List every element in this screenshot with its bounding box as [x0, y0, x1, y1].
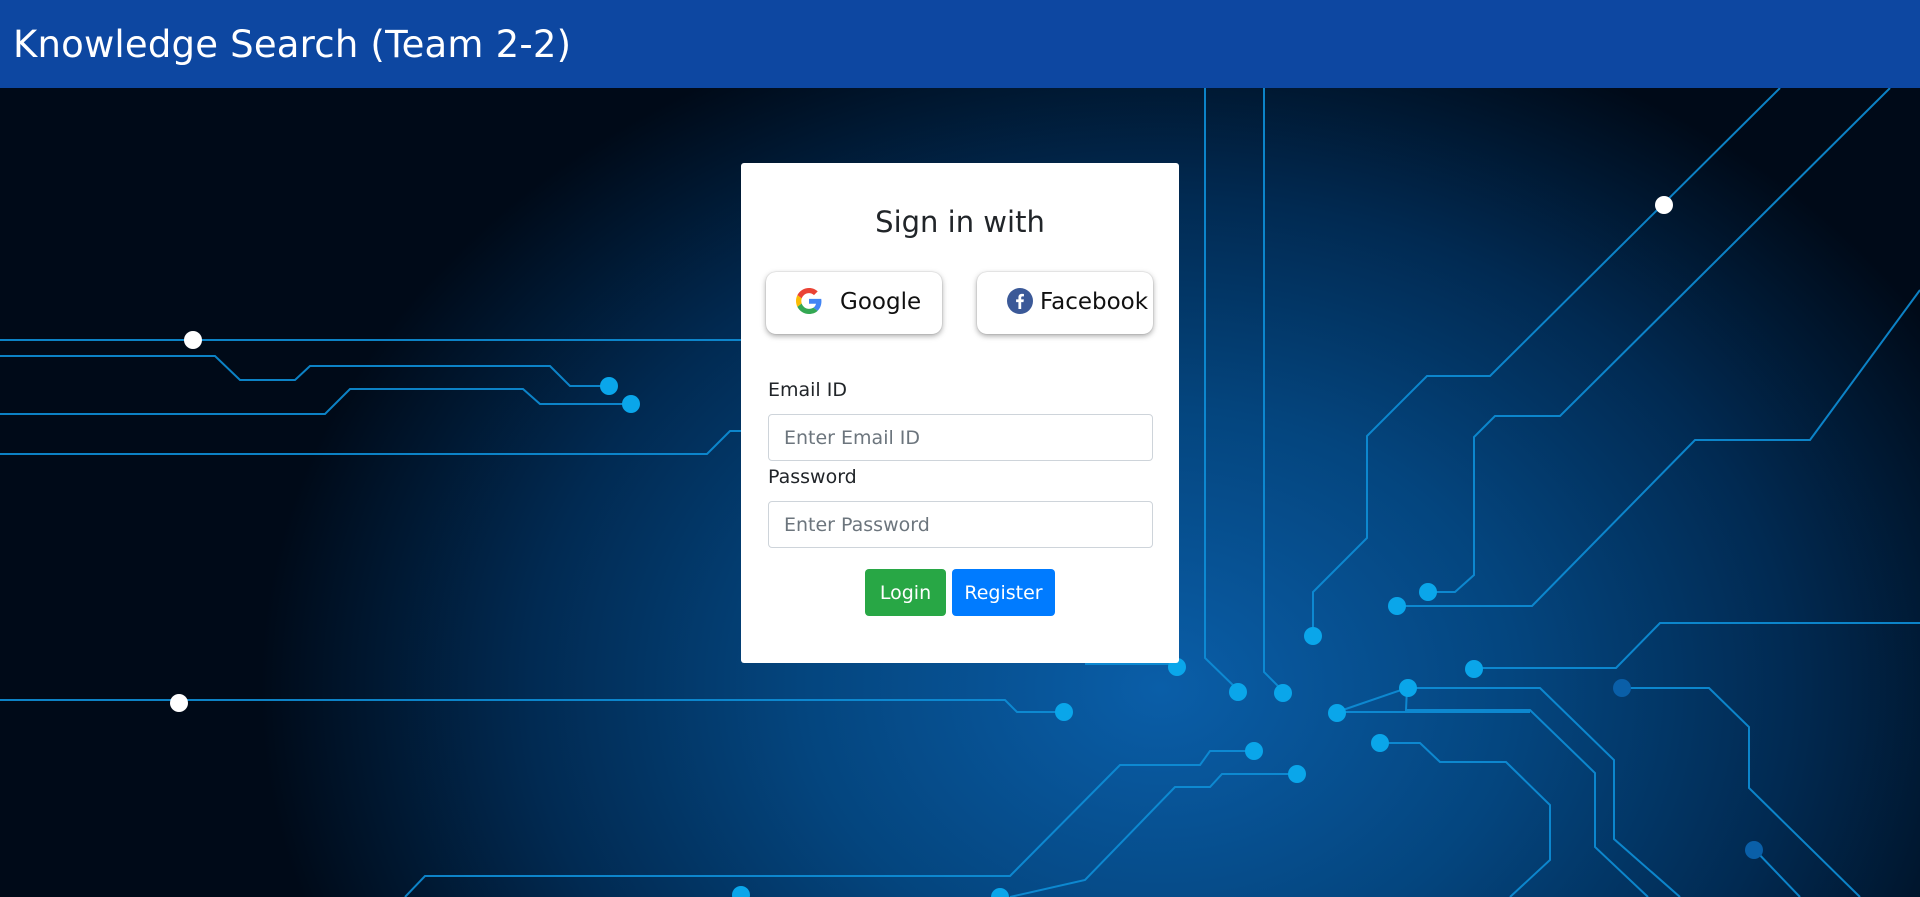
email-label: Email ID [768, 379, 847, 401]
sign-in-title: Sign in with [875, 205, 1045, 239]
facebook-f-icon [1007, 288, 1033, 314]
facebook-sign-in-button[interactable]: Facebook [977, 272, 1153, 334]
app-title: Knowledge Search (Team 2-2) [13, 22, 572, 66]
register-button[interactable]: Register [952, 569, 1055, 616]
password-label: Password [768, 466, 857, 488]
facebook-label: Facebook [1040, 289, 1149, 315]
google-sign-in-button[interactable]: Google [766, 272, 942, 334]
sign-in-card: Sign in with Google Facebook Email ID Pa… [741, 163, 1179, 663]
password-field[interactable] [768, 501, 1153, 548]
app-header: Knowledge Search (Team 2-2) [0, 0, 1920, 88]
google-g-icon [796, 288, 822, 314]
login-button[interactable]: Login [865, 569, 946, 616]
google-label: Google [840, 289, 922, 315]
email-field[interactable] [768, 414, 1153, 461]
